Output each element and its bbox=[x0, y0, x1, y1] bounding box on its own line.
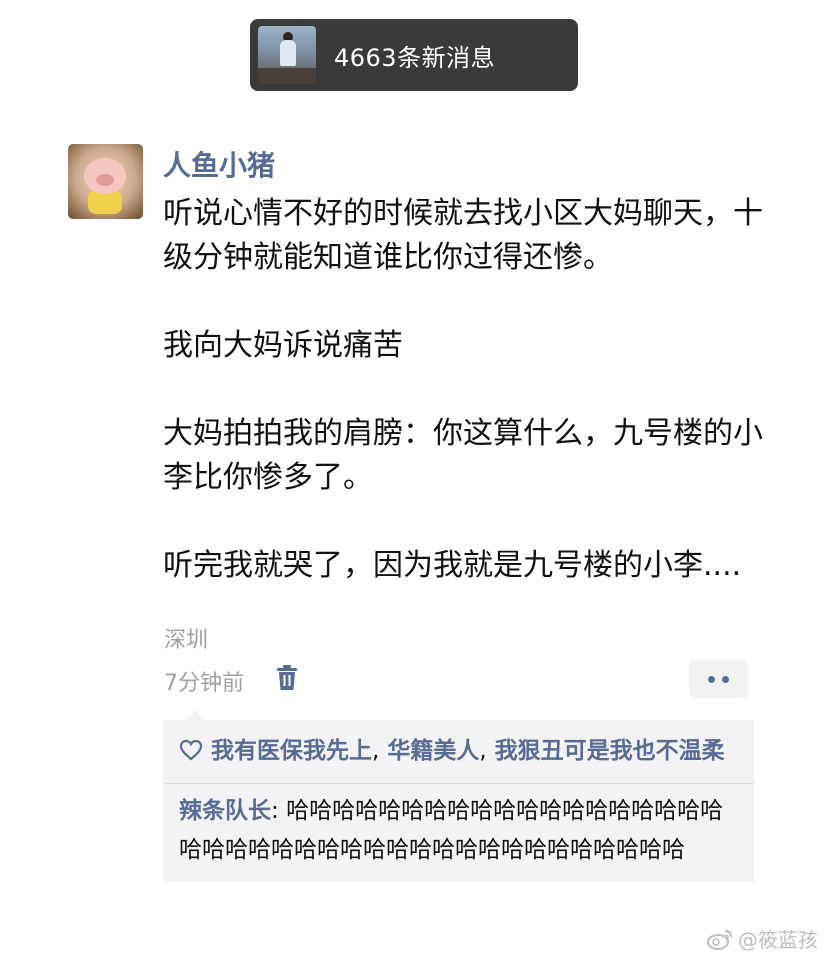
post-paragraph: 大妈拍拍我的肩膀：你这算什么，九号楼的小李比你惨多了。 bbox=[163, 416, 763, 495]
comment-item[interactable]: 辣条队长: 哈哈哈哈哈哈哈哈哈哈哈哈哈哈哈哈哈哈哈哈哈哈哈哈哈哈哈哈哈哈哈哈哈哈… bbox=[163, 784, 754, 882]
like-separator: , bbox=[479, 738, 487, 764]
dot bbox=[708, 675, 715, 683]
post-text: 听说心情不好的时候就去找小区大妈聊天，十级分钟就能知道谁比你过得还惨。 我向大妈… bbox=[163, 192, 763, 632]
comment-colon: : bbox=[271, 798, 287, 824]
likes-list: 我有医保我先上, 华籍美人, 我狠丑可是我也不温柔 bbox=[163, 720, 754, 783]
likes-comments-panel: 我有医保我先上, 华籍美人, 我狠丑可是我也不温柔 辣条队长: 哈哈哈哈哈哈哈哈… bbox=[163, 710, 754, 882]
trash-icon[interactable] bbox=[275, 664, 299, 692]
post-time: 7分钟前 bbox=[164, 671, 244, 696]
heart-icon bbox=[179, 735, 203, 761]
liker-name[interactable]: 我有医保我先上 bbox=[211, 738, 372, 764]
new-message-notification[interactable]: 4663条新消息 bbox=[250, 19, 578, 91]
weibo-icon bbox=[706, 927, 734, 951]
post-paragraph: 听完我就哭了，因为我就是九号楼的小李.... bbox=[163, 548, 742, 583]
like-separator: , bbox=[372, 738, 380, 764]
watermark-text: @筱蓝孩 bbox=[738, 928, 818, 952]
avatar[interactable] bbox=[68, 144, 143, 219]
liker-name[interactable]: 我狠丑可是我也不温柔 bbox=[495, 738, 725, 764]
notification-avatar bbox=[258, 26, 316, 84]
post-paragraph: 我向大妈诉说痛苦 bbox=[163, 328, 403, 363]
post-paragraph: 听说心情不好的时候就去找小区大妈聊天，十级分钟就能知道谁比你过得还惨。 bbox=[163, 196, 763, 275]
dot bbox=[722, 675, 729, 683]
liker-name[interactable]: 华籍美人 bbox=[387, 738, 479, 764]
new-message-count: 4663条新消息 bbox=[334, 43, 496, 72]
post-location[interactable]: 深圳 bbox=[164, 622, 208, 654]
comment-author[interactable]: 辣条队长 bbox=[179, 798, 271, 824]
watermark: @筱蓝孩 bbox=[706, 924, 818, 953]
username[interactable]: 人鱼小猪 bbox=[163, 144, 275, 184]
more-dots-icon[interactable] bbox=[689, 660, 748, 698]
